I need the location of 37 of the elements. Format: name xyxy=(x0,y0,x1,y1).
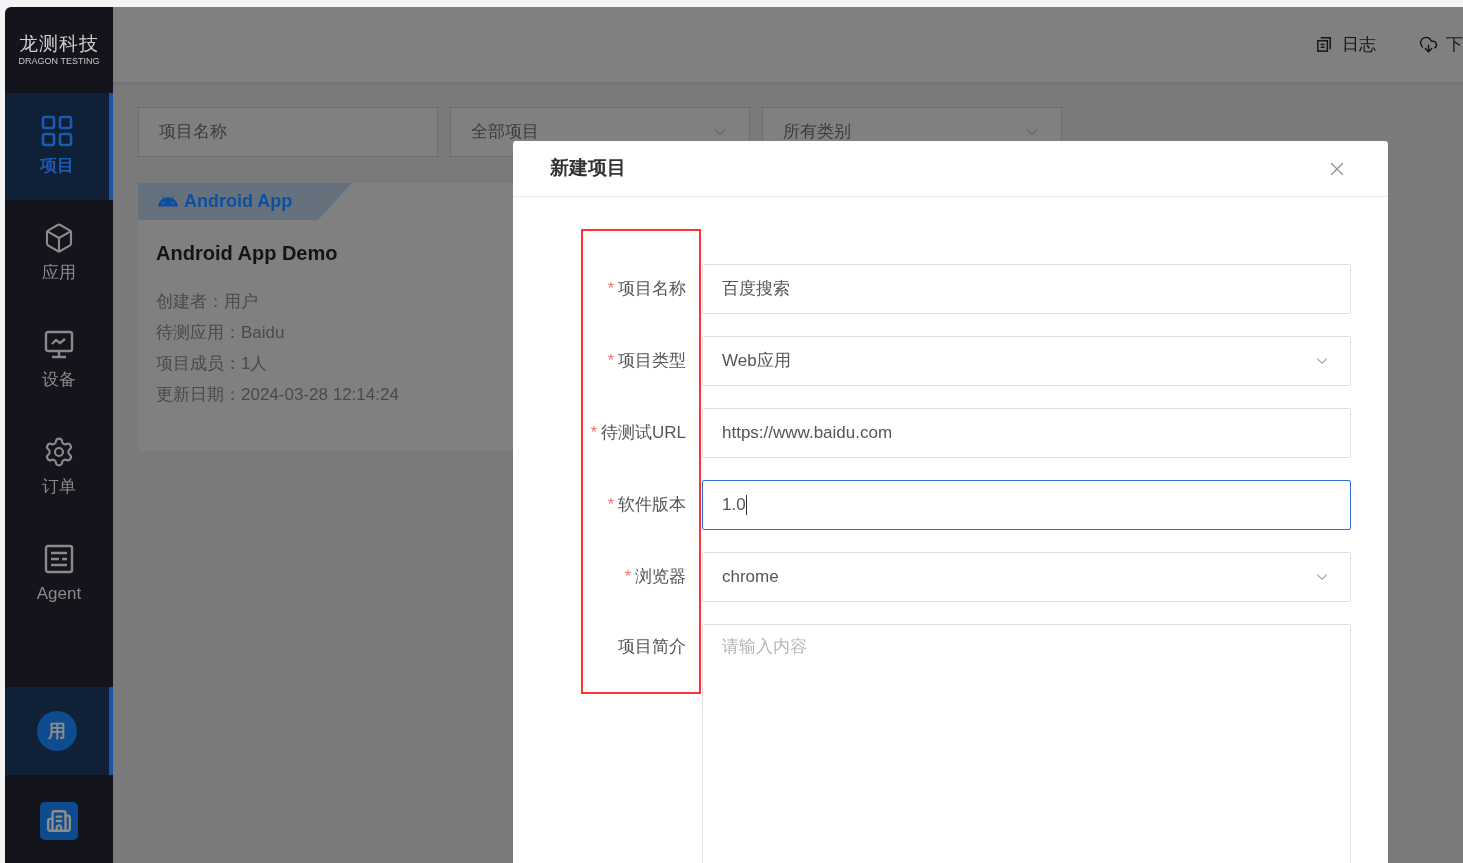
card-title: Android App Demo xyxy=(156,241,339,266)
field-label: 项目名称 xyxy=(618,278,686,301)
field-label: 项目类型 xyxy=(618,350,686,373)
document-icon xyxy=(1315,35,1334,54)
select-field[interactable]: Web应用 xyxy=(702,336,1351,386)
select-field[interactable]: chrome xyxy=(702,552,1351,602)
required-mark: * xyxy=(607,279,614,299)
dialog-title: 新建项目 xyxy=(550,156,626,181)
grid-icon xyxy=(41,114,73,147)
tag-corner xyxy=(318,183,352,220)
nav-item[interactable]: 设备 xyxy=(5,307,113,414)
cube-icon xyxy=(43,221,75,254)
nav-item[interactable]: 应用 xyxy=(5,200,113,307)
company-button[interactable] xyxy=(40,802,78,840)
field-label: 软件版本 xyxy=(618,494,686,517)
building-icon xyxy=(46,808,72,834)
required-mark: * xyxy=(624,567,631,587)
document-icon xyxy=(43,542,75,575)
field-label: 浏览器 xyxy=(635,566,686,589)
required-mark: * xyxy=(590,423,597,443)
logo-subtitle: DRAGON TESTING xyxy=(18,55,100,67)
input-field[interactable]: https://www.baidu.com xyxy=(702,408,1351,458)
monitor-icon xyxy=(43,328,75,361)
header-link[interactable]: 下 xyxy=(1419,31,1463,58)
required-mark: * xyxy=(607,495,614,515)
input-field[interactable]: 百度搜索 xyxy=(702,264,1351,314)
logo-title: 龙测科技 xyxy=(19,33,99,55)
nav-item[interactable]: 订单 xyxy=(5,414,113,521)
cloud-download-icon xyxy=(1419,35,1438,54)
field-label: 项目简介 xyxy=(618,636,686,658)
required-mark: * xyxy=(607,351,614,371)
input-field[interactable]: 1.0 xyxy=(702,480,1351,530)
search-field[interactable]: 项目名称 xyxy=(138,107,438,157)
header-link[interactable]: 日志 xyxy=(1315,31,1376,58)
settings-icon xyxy=(43,435,75,468)
nav-item[interactable]: Agent xyxy=(5,521,113,628)
field-label: 待测试URL xyxy=(601,422,686,445)
